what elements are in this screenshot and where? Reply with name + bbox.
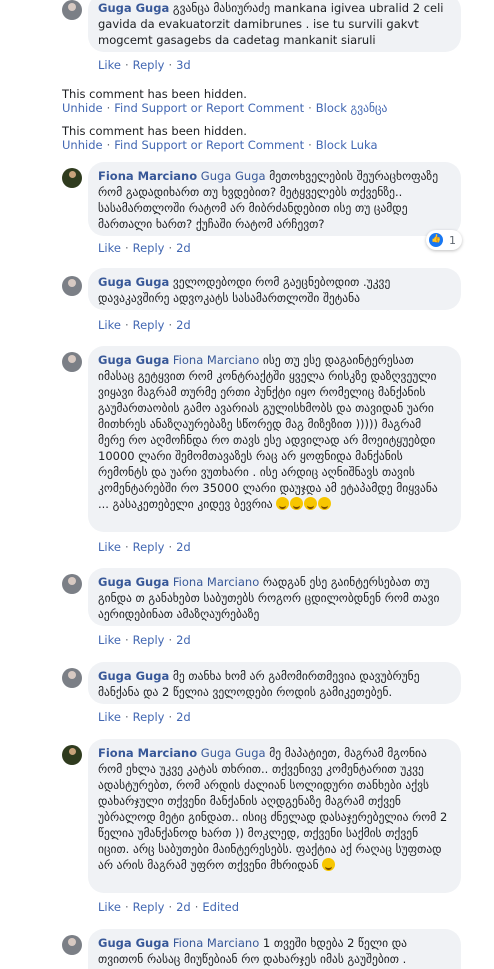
separator: · — [308, 101, 312, 115]
like-link[interactable]: Like — [98, 58, 121, 72]
like-link[interactable]: Like — [98, 900, 121, 914]
unhide-link[interactable]: Unhide — [62, 101, 103, 115]
separator: · — [106, 138, 111, 152]
comment-text: მე მაპატიეთ, მაგრამ მგონია რომ ეხლა უკვე… — [98, 746, 448, 872]
separator: · — [168, 540, 173, 554]
timestamp[interactable]: 2d — [176, 540, 191, 554]
separator: · — [168, 58, 173, 72]
separator: · — [124, 241, 129, 255]
grinning-emoji-icon — [322, 858, 336, 871]
separator: · — [168, 633, 173, 647]
block-link[interactable]: Block Luka — [316, 138, 378, 152]
block-link[interactable]: Block გვანცა — [316, 101, 388, 115]
comment-author[interactable]: Fiona Marciano — [98, 746, 197, 760]
edited-label[interactable]: Edited — [202, 900, 239, 914]
comment-bubble: Guga Guga Fiona Marciano ისე თუ ესე დაგა… — [88, 346, 461, 532]
separator: · — [124, 58, 129, 72]
comment-author[interactable]: Fiona Marciano — [98, 169, 197, 183]
comment-actions: Like · Reply · 2d — [98, 318, 191, 332]
avatar[interactable] — [62, 574, 82, 594]
comment-author[interactable]: Guga Guga — [98, 353, 169, 367]
comment-bubble: Guga Guga მე თანხა ხომ არ გამომირთმევია … — [88, 662, 461, 704]
comment-bubble: Guga Guga Fiona Marciano 1 თვეში ხდება 2… — [88, 929, 461, 969]
hidden-comment-actions: Unhide · Find Support or Report Comment · Bl… — [62, 138, 378, 153]
timestamp[interactable]: 2d — [176, 710, 191, 724]
mention-tag[interactable]: Guga Guga — [201, 169, 266, 183]
timestamp[interactable]: 2d — [176, 318, 191, 332]
timestamp[interactable]: 2d — [176, 900, 191, 914]
avatar[interactable] — [62, 168, 82, 188]
avatar[interactable] — [62, 0, 82, 20]
comment-author[interactable]: Guga Guga — [98, 1, 169, 15]
separator: · — [124, 710, 129, 724]
reply-link[interactable]: Reply — [133, 241, 165, 255]
mention-tag: Fiona Marciano — [172, 936, 260, 950]
timestamp[interactable]: 2d — [176, 633, 191, 647]
separator: · — [124, 318, 129, 332]
comment-actions: Like · Reply · 2d — [98, 633, 191, 647]
report-link[interactable]: Find Support or Report Comment — [114, 101, 304, 115]
separator: · — [168, 710, 173, 724]
comment-actions: Like · Reply · 2d · Edited — [98, 900, 239, 914]
comment-text: ისე თუ ესე დაგაინტერესათ იმასაც გეტყვით … — [98, 353, 438, 511]
reply-link[interactable]: Reply — [133, 900, 165, 914]
reply-link[interactable]: Reply — [133, 58, 165, 72]
separator: · — [308, 138, 312, 152]
reply-link[interactable]: Reply — [133, 633, 165, 647]
like-reaction-icon — [429, 233, 443, 247]
comment-bubble: Fiona Marciano Guga Guga მე მაპატიეთ, მა… — [88, 739, 461, 893]
comment-actions: Like · Reply · 2d — [98, 241, 191, 255]
avatar[interactable] — [62, 276, 82, 296]
separator: · — [124, 540, 129, 554]
grinning-emoji-icon — [276, 497, 290, 510]
grinning-emoji-icon — [318, 497, 332, 510]
timestamp[interactable]: 2d — [176, 241, 191, 255]
comment-author[interactable]: Guga Guga — [98, 936, 169, 950]
timestamp[interactable]: 3d — [176, 58, 191, 72]
reply-link[interactable]: Reply — [133, 540, 165, 554]
avatar[interactable] — [62, 352, 82, 372]
separator: · — [124, 900, 129, 914]
grinning-emoji-icon — [304, 497, 318, 510]
comment-actions: Like · Reply · 3d — [98, 58, 191, 72]
separator: · — [106, 101, 111, 115]
mention-tag: Fiona Marciano — [172, 575, 260, 589]
separator: · — [168, 318, 173, 332]
avatar[interactable] — [62, 935, 82, 955]
comment-bubble: Guga Guga Fiona Marciano რადგან ესე გაინ… — [88, 568, 461, 626]
comment-actions: Like · Reply · 2d — [98, 710, 191, 724]
separator: · — [194, 900, 199, 914]
grinning-emoji-icons — [276, 497, 332, 511]
separator: · — [168, 241, 173, 255]
unhide-link[interactable]: Unhide — [62, 138, 103, 152]
hidden-comment-notice: This comment has been hidden. — [62, 87, 247, 101]
comment-bubble: Guga Guga გვანცა მასიურაძე mankana igive… — [88, 0, 461, 52]
comment-author[interactable]: Guga Guga — [98, 575, 169, 589]
avatar[interactable] — [62, 745, 82, 765]
comment-bubble: Guga Guga ველოდებოდი რომ გაეცნებოდით .უკ… — [88, 268, 461, 310]
like-link[interactable]: Like — [98, 241, 121, 255]
like-link[interactable]: Like — [98, 318, 121, 332]
comment-actions: Like · Reply · 2d — [98, 540, 191, 554]
reaction-number: 1 — [449, 233, 456, 247]
mention-tag: Fiona Marciano — [172, 353, 260, 367]
like-link[interactable]: Like — [98, 633, 121, 647]
separator: · — [124, 633, 129, 647]
like-link[interactable]: Like — [98, 710, 121, 724]
grinning-emoji-icon — [290, 497, 304, 510]
reply-link[interactable]: Reply — [133, 318, 165, 332]
comment-author[interactable]: Guga Guga — [98, 275, 169, 289]
comment-bubble: Fiona Marciano Guga Guga მეთოხველების შე… — [88, 162, 461, 236]
hidden-comment-actions: Unhide · Find Support or Report Comment · Bl… — [62, 101, 387, 116]
avatar[interactable] — [62, 668, 82, 688]
like-link[interactable]: Like — [98, 540, 121, 554]
hidden-comment-notice: This comment has been hidden. — [62, 124, 247, 138]
reaction-count[interactable]: 1 — [426, 230, 462, 250]
reply-link[interactable]: Reply — [133, 710, 165, 724]
mention-tag: Guga Guga — [200, 746, 266, 760]
separator: · — [168, 900, 173, 914]
report-link[interactable]: Find Support or Report Comment — [114, 138, 304, 152]
comment-author[interactable]: Guga Guga — [98, 669, 169, 683]
